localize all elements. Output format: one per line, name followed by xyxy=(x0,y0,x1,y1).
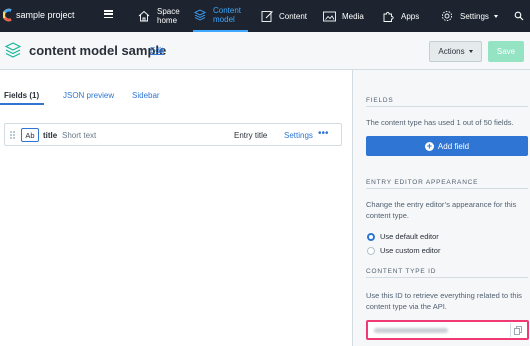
space-name[interactable]: sample project xyxy=(16,10,75,20)
content-type-id-title: CONTENT TYPE ID xyxy=(366,268,437,275)
editor-appearance-text: Change the entry editor’s appearance for… xyxy=(366,200,517,220)
nav-settings[interactable]: Settings xyxy=(440,0,498,32)
field-row[interactable]: Ab title Short text Entry title Settings… xyxy=(4,123,342,146)
chevron-down-icon xyxy=(493,14,498,18)
radio-label: Use default editor xyxy=(380,232,439,241)
nav-label: Apps xyxy=(401,11,420,21)
right-sidebar: FIELDS The content type has used 1 out o… xyxy=(352,70,530,346)
tab-fields[interactable]: Fields (1) xyxy=(4,91,39,100)
radio-unchecked-icon[interactable] xyxy=(367,246,375,255)
content-type-id-field[interactable] xyxy=(366,320,529,340)
field-settings-link[interactable]: Settings xyxy=(284,131,313,140)
blurred-id-value xyxy=(374,328,448,333)
divider xyxy=(366,277,528,278)
nav-label-line2: model xyxy=(213,15,235,24)
nav-label: Media xyxy=(342,11,364,21)
tab-bar: Fields (1) JSON preview Sidebar xyxy=(0,70,352,106)
fields-panel: Fields (1) JSON preview Sidebar Ab title… xyxy=(0,70,352,346)
apps-icon xyxy=(383,11,394,22)
chevron-down-icon xyxy=(468,50,473,53)
entry-title-label: Entry title xyxy=(234,131,268,140)
media-icon xyxy=(323,11,336,22)
add-field-label: Add field xyxy=(437,141,470,151)
nav-space-home[interactable]: Space home xyxy=(137,0,180,32)
content-model-icon xyxy=(193,9,207,21)
editor-appearance-title: ENTRY EDITOR APPEARANCE xyxy=(366,179,479,186)
nav-label: Content xyxy=(279,11,308,21)
content-type-icon xyxy=(4,42,22,58)
field-type: Short text xyxy=(62,131,97,140)
top-navigation-bar: sample project Space home Content model … xyxy=(0,0,530,32)
copy-icon xyxy=(514,325,522,335)
nav-label-line2: home xyxy=(157,16,178,25)
logo-icon[interactable] xyxy=(3,8,13,22)
actions-label: Actions xyxy=(438,47,465,56)
nav-label-line1: Space xyxy=(157,7,180,16)
add-field-button[interactable]: + Add field xyxy=(366,136,528,156)
actions-dropdown-button[interactable]: Actions xyxy=(429,41,482,62)
nav-apps[interactable]: Apps xyxy=(381,0,419,32)
home-icon xyxy=(138,10,150,22)
more-options-icon[interactable]: ••• xyxy=(318,129,329,139)
hamburger-menu-icon[interactable] xyxy=(104,10,113,19)
content-icon xyxy=(261,11,273,22)
radio-default-editor[interactable]: Use default editor xyxy=(367,232,439,241)
drag-handle-icon[interactable] xyxy=(10,131,15,139)
field-name: title xyxy=(43,131,58,140)
nav-label-line1: Content xyxy=(213,6,242,15)
fields-section-title: FIELDS xyxy=(366,97,394,104)
content-type-id-text: Use this ID to retrieve everything relat… xyxy=(366,291,522,311)
plus-icon: + xyxy=(424,140,434,151)
search-icon xyxy=(514,11,524,21)
edit-title-link[interactable]: Edit xyxy=(150,46,164,55)
divider xyxy=(366,188,528,189)
radio-checked-icon[interactable] xyxy=(367,232,375,241)
radio-custom-editor[interactable]: Use custom editor xyxy=(367,246,440,255)
radio-label: Use custom editor xyxy=(380,246,441,255)
gear-icon xyxy=(441,10,453,22)
text-field-type-icon: Ab xyxy=(21,128,39,142)
nav-media[interactable]: Media xyxy=(322,0,364,32)
tab-sidebar[interactable]: Sidebar xyxy=(132,91,160,100)
divider xyxy=(366,106,528,107)
tab-json-preview[interactable]: JSON preview xyxy=(63,91,114,100)
fields-usage-text: The content type has used 1 out of 50 fi… xyxy=(366,118,514,127)
page-title: content model sample xyxy=(29,43,167,58)
nav-content[interactable]: Content xyxy=(260,0,307,32)
active-tab-indicator xyxy=(0,103,44,105)
nav-content-model[interactable]: Content model xyxy=(193,0,248,32)
copy-button[interactable] xyxy=(510,323,525,337)
page-header: content model sample Edit Actions Save xyxy=(0,32,530,70)
search-button[interactable] xyxy=(514,0,524,32)
nav-label: Settings xyxy=(460,11,489,21)
save-button[interactable]: Save xyxy=(488,41,524,62)
